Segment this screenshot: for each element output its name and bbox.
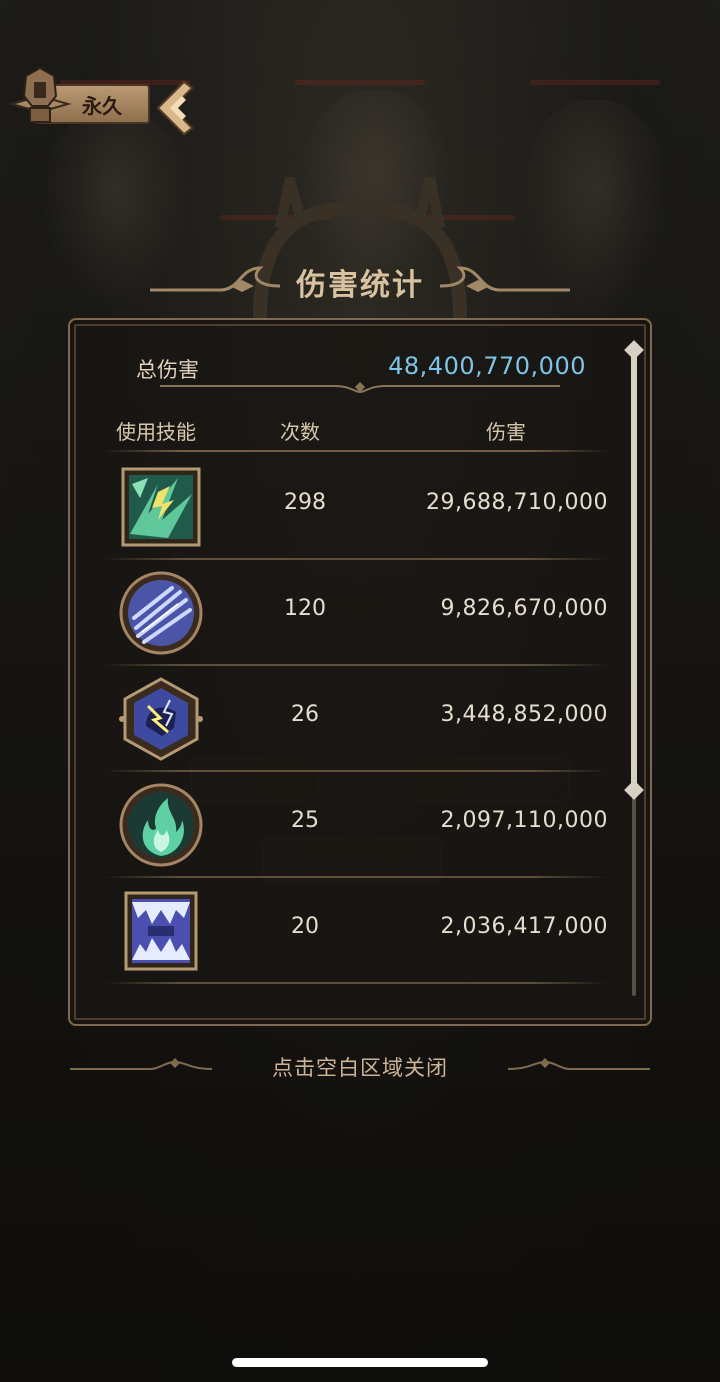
row-count: 298	[284, 490, 326, 515]
scrollbar[interactable]	[624, 340, 644, 1008]
total-divider	[160, 382, 560, 394]
row-damage: 29,688,710,000	[426, 490, 608, 515]
background-hp-bar	[530, 80, 660, 85]
blue-claw-skill-icon	[119, 571, 203, 655]
mode-badge[interactable]: 永久	[4, 66, 194, 138]
page-title: 伤害统计	[296, 268, 424, 303]
row-damage: 2,036,417,000	[440, 914, 608, 939]
row-damage: 3,448,852,000	[440, 702, 608, 727]
table-row: 26 3,448,852,000	[70, 666, 630, 772]
scroll-top-diamond	[624, 340, 644, 360]
header-divider	[104, 450, 608, 452]
green-flame-skill-icon	[119, 783, 203, 867]
total-damage-value: 48,400,770,000	[388, 352, 586, 380]
chevron-left-icon[interactable]	[154, 78, 194, 138]
background-hp-bar	[295, 80, 425, 85]
table-row: 20 2,036,417,000	[70, 878, 630, 984]
table-row: 298 29,688,710,000	[70, 454, 630, 560]
badge-label: 永久	[82, 94, 122, 118]
row-count: 20	[291, 914, 319, 939]
helmet-emblem-icon	[8, 66, 72, 123]
row-damage: 9,826,670,000	[440, 596, 608, 621]
damage-stats-panel: 总伤害 48,400,770,000 使用技能 次数 伤害 298 29,688…	[68, 318, 652, 1026]
header-count: 次数	[280, 420, 320, 444]
green-slash-skill-icon	[121, 467, 201, 547]
game-background: 永久 伤害统计 总伤害 48,400,770,000 使用技能 次数 伤害 29…	[0, 0, 720, 1382]
header-skill: 使用技能	[116, 420, 196, 444]
close-hint-text: 点击空白区域关闭	[272, 1056, 448, 1080]
ice-fang-skill-icon	[124, 891, 198, 971]
table-row: 120 9,826,670,000	[70, 560, 630, 666]
row-count: 26	[291, 702, 319, 727]
title-banner: 伤害统计	[150, 168, 570, 319]
close-hint[interactable]: 点击空白区域关闭	[0, 1052, 720, 1086]
scroll-thumb-end-diamond	[624, 780, 644, 800]
lightning-fist-skill-icon	[119, 677, 203, 761]
scroll-thumb[interactable]	[631, 350, 637, 790]
table-row: 25 2,097,110,000	[70, 772, 630, 878]
header-damage: 伤害	[486, 420, 526, 444]
row-damage: 2,097,110,000	[440, 808, 608, 833]
home-indicator[interactable]	[232, 1358, 488, 1367]
row-count: 120	[284, 596, 326, 621]
row-count: 25	[291, 808, 319, 833]
